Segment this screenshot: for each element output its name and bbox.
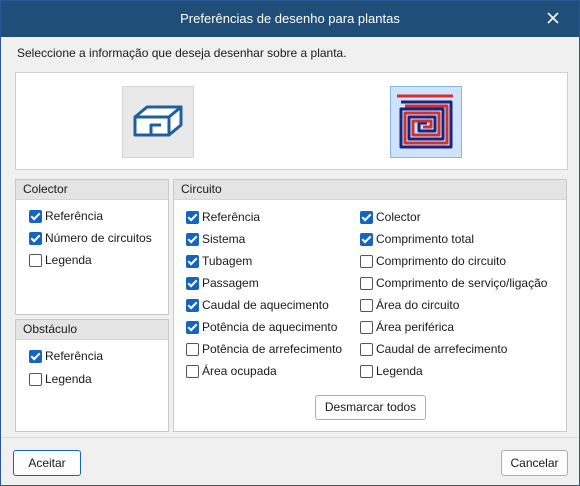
checkbox-unchecked-icon [186, 365, 199, 378]
checkbox-checked-icon [186, 321, 199, 334]
obstacle-block-icon [133, 105, 183, 137]
obstaculo-group-title: Obstáculo [16, 320, 168, 340]
obstaculo-group: Obstáculo Referência Legenda [15, 319, 169, 432]
checkbox-checked-icon [186, 277, 199, 290]
checkbox-unchecked-icon [186, 343, 199, 356]
cancel-button[interactable]: Cancelar [501, 450, 568, 476]
checkbox-checked-icon [29, 232, 42, 245]
checkbox-unchecked-icon [360, 255, 373, 268]
circuito-group-title: Circuito [174, 180, 566, 200]
checkbox-unchecked-icon [29, 373, 42, 386]
checkbox-checked-icon [186, 299, 199, 312]
accept-button[interactable]: Aceitar [13, 450, 81, 476]
checkbox-unchecked-icon [360, 365, 373, 378]
instruction-text: Seleccione a informação que deseja desen… [17, 46, 347, 60]
dialog-window: Preferências de desenho para plantas Sel… [0, 0, 580, 486]
checkbox-unchecked-icon [360, 299, 373, 312]
title-bar: Preferências de desenho para plantas [1, 1, 579, 37]
close-icon[interactable] [543, 8, 563, 28]
footer-divider [1, 437, 579, 438]
checkbox-unchecked-icon [360, 321, 373, 334]
unmark-all-button[interactable]: Desmarcar todos [315, 395, 426, 420]
checkbox-checked-icon [360, 211, 373, 224]
checkbox-unchecked-icon [29, 254, 42, 267]
colector-group: Colector Referência Número de circuitos … [15, 179, 169, 315]
checkbox-checked-icon [186, 233, 199, 246]
circuit-toggle[interactable] [390, 86, 462, 158]
colector-group-title: Colector [16, 180, 168, 200]
checkbox-checked-icon [29, 210, 42, 223]
obstacle-toggle[interactable] [122, 86, 194, 158]
checkbox-checked-icon [186, 255, 199, 268]
spiral-circuit-icon [397, 94, 453, 149]
drawing-type-panel [15, 72, 568, 170]
checkbox-checked-icon [360, 233, 373, 246]
checkbox-unchecked-icon [360, 277, 373, 290]
checkbox-unchecked-icon [360, 343, 373, 356]
window-title: Preferências de desenho para plantas [180, 11, 400, 26]
checkbox-checked-icon [29, 350, 42, 363]
circuito-group: Circuito Referência Sistema Tubagem Pass… [173, 179, 567, 432]
checkbox-checked-icon [186, 211, 199, 224]
